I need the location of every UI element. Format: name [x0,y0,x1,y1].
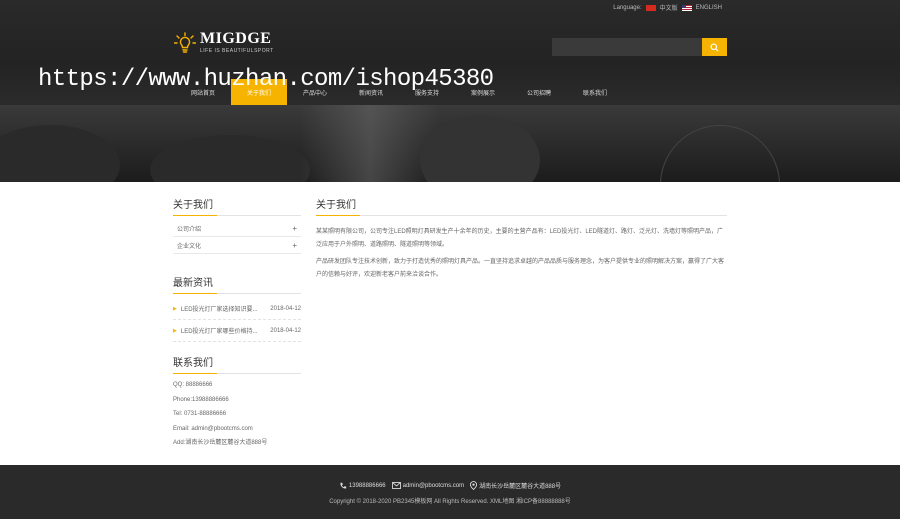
search-input[interactable] [552,38,702,56]
sidebar-item-label: 企业文化 [177,243,202,250]
main-content: 关于我们 某某照明有限公司，公司专注LED照明灯具研发生产十余年的历史，主要的主… [316,196,727,286]
brand-slogan: LIFE IS BEAUTIFULSPORT [200,48,274,54]
contact-email: Email: admin@pbootcms.com [173,425,253,432]
news-date: 2018-04-12 [270,305,301,312]
search-icon [710,42,719,52]
sidebar-contact-title: 联系我们 [173,354,301,374]
footer-email-block: admin@pbootcms.com [391,482,465,489]
banner-circle [660,125,780,182]
contact-qq: QQ: 88886666 [173,382,213,388]
brand-name: MIGDGE [200,30,272,47]
plus-icon: + [292,240,297,250]
footer-phone-block: 13988886666 [339,482,386,490]
content-paragraph: 某某照明有限公司，公司专注LED照明灯具研发生产十余年的历史，主要的主营产品有：… [316,229,724,248]
sidebar: 关于我们 公司介绍 + 企业文化 + 最新资讯 ▶ LED投光灯厂家选择知识要.… [173,196,301,451]
location-pin-icon [470,481,478,490]
page-title: 关于我们 [316,196,727,216]
brand-block: MIGDGE LIFE IS BEAUTIFULSPORT [200,30,274,55]
search-box [552,38,727,56]
sidebar-item-culture[interactable]: 企业文化 + [173,237,301,254]
sidebar-about-title: 关于我们 [173,196,301,216]
footer-copyright: Copyright © 2018-2020 PB2345模板网 All Righ… [329,499,571,505]
contact-phone: Phone:13988886666 [173,396,229,403]
site-footer: 13988886666 admin@pbootcms.com 湖南长沙岳麓区麓谷… [0,465,900,519]
footer-email: admin@pbootcms.com [402,482,465,489]
content-paragraph: 产品研发团队专注技术创新，致力于打造优秀的照明灯具产品。一直坚持追求卓越的产品品… [316,259,725,278]
banner-shape [150,135,310,182]
lang-en-link[interactable]: ENGLISH [696,5,722,11]
mail-icon [391,482,401,489]
site-logo[interactable]: MIGDGE LIFE IS BEAUTIFULSPORT [173,30,274,55]
china-flag-icon [645,4,656,11]
triangle-right-icon: ▶ [173,305,177,312]
news-date: 2018-04-12 [270,327,301,334]
nav-contact[interactable]: 联系我们 [567,79,623,105]
search-button[interactable] [702,38,727,56]
banner-light [300,105,440,182]
plus-icon: + [292,223,297,233]
lightbulb-icon [173,31,197,54]
triangle-right-icon: ▶ [173,327,177,334]
lang-cn-link[interactable]: 中文版 [660,3,678,12]
footer-phone: 13988886666 [348,482,386,489]
contact-tel: Tel: 0731-88886666 [173,411,227,417]
news-item[interactable]: ▶ LED投光灯厂家哪些价格持... 2018-04-12 [173,320,301,342]
banner-shape [0,125,120,182]
contact-address: Add:湖南长沙岳麓区麓谷大道888号 [173,440,268,446]
nav-jobs[interactable]: 公司招聘 [511,79,567,105]
watermark-text: https://www.huzhan.com/ishop45380 [38,66,494,93]
sidebar-item-label: 公司介绍 [177,226,202,233]
sidebar-item-company[interactable]: 公司介绍 + [173,220,301,237]
us-flag-icon [681,4,692,11]
site-header: Language: 中文版 ENGLISH MIGDGE LIFE IS BEA… [0,0,900,105]
footer-address: 湖南长沙岳麓区麓谷大道888号 [479,484,562,490]
news-title: LED投光灯厂家选择知识要... [180,307,258,313]
language-label: Language: [613,4,642,11]
sidebar-news-title: 最新资讯 [173,274,301,294]
phone-icon [340,482,347,489]
news-title: LED投光灯厂家哪些价格持... [180,329,258,335]
footer-address-block: 湖南长沙岳麓区麓谷大道888号 [470,481,561,490]
page-banner [0,105,900,182]
news-item[interactable]: ▶ LED投光灯厂家选择知识要... 2018-04-12 [173,298,301,320]
footer-contact: 13988886666 admin@pbootcms.com 湖南长沙岳麓区麓谷… [0,481,900,490]
language-bar: Language: 中文版 ENGLISH [613,3,722,12]
